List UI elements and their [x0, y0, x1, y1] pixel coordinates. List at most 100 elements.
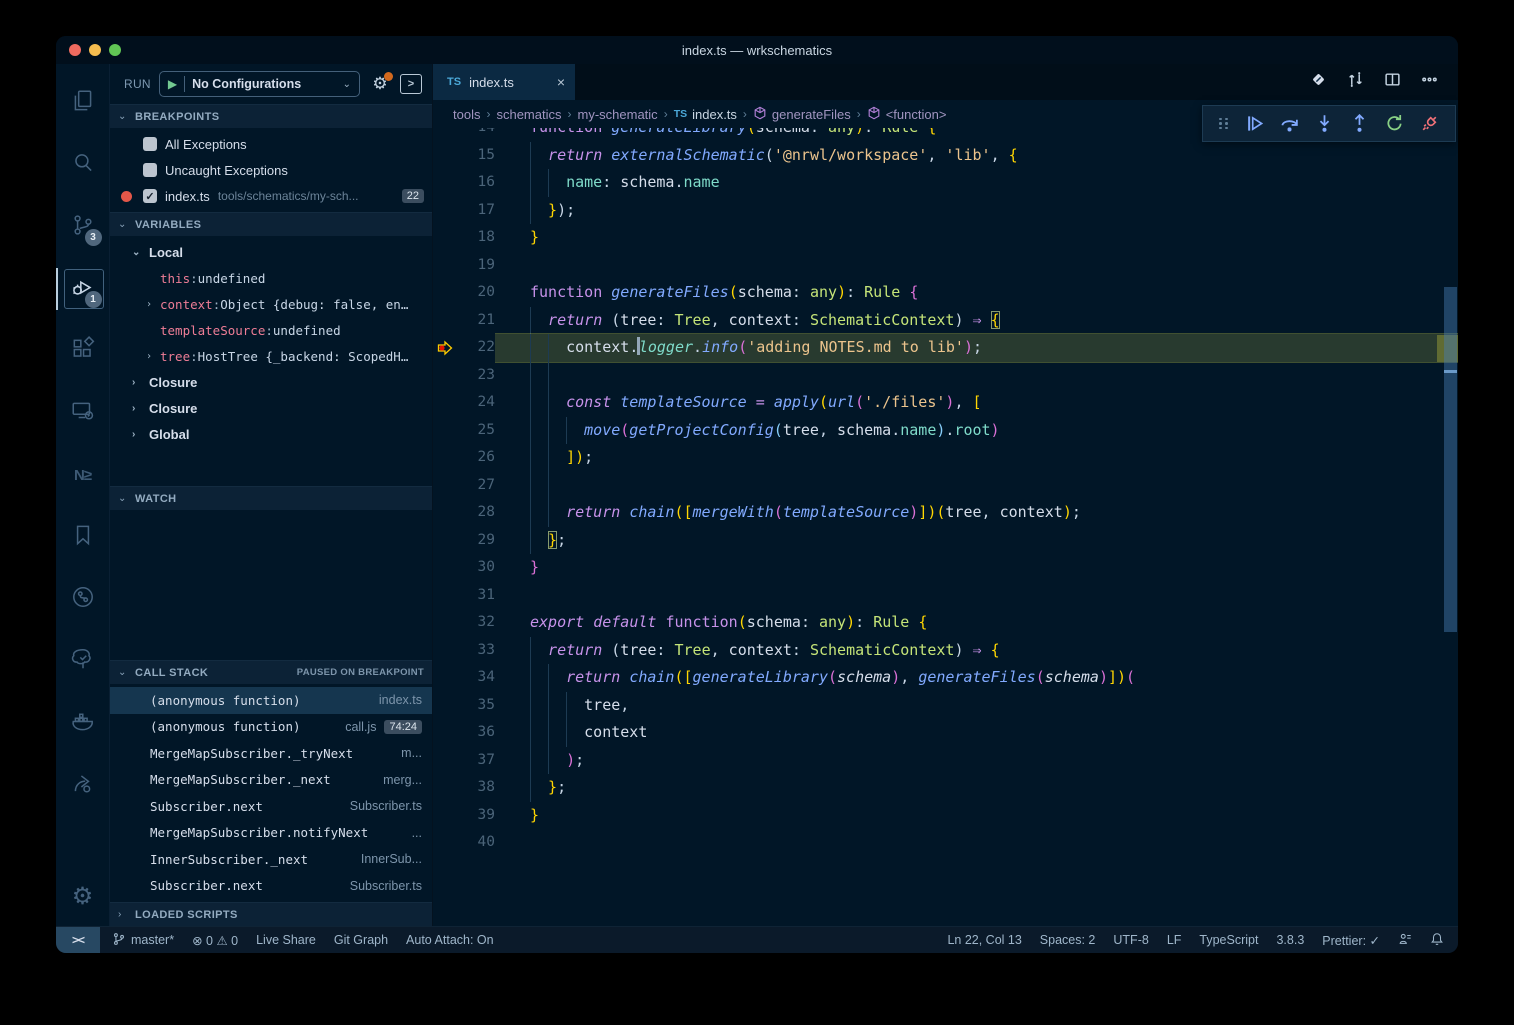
status-live-share[interactable]: Live Share [256, 933, 316, 947]
status-prettier[interactable]: Prettier: ✓ [1322, 933, 1380, 948]
status-git-branch[interactable]: master* [112, 932, 174, 949]
variables-section-header[interactable]: ⌄ VARIABLES [110, 212, 432, 236]
step-into-button[interactable] [1315, 114, 1334, 133]
status-eol[interactable]: LF [1167, 933, 1182, 947]
variable-item[interactable]: ›context: Object {debug: false, en… [110, 291, 432, 317]
call-stack-frame[interactable]: MergeMapSubscriber._tryNextm... [110, 740, 432, 767]
code-line[interactable]: 37); [433, 747, 1458, 775]
code-line[interactable]: 34return chain([generateLibrary(schema),… [433, 664, 1458, 692]
code-line[interactable]: 40 [433, 829, 1458, 857]
maximize-window-button[interactable] [109, 44, 121, 56]
code-line[interactable]: 23 [433, 362, 1458, 390]
status-feedback[interactable] [1398, 932, 1412, 949]
code-line[interactable]: 27 [433, 472, 1458, 500]
settings-gear-icon[interactable]: ⚙ [72, 876, 94, 916]
step-over-button[interactable] [1280, 114, 1299, 133]
watch-section-header[interactable]: ⌄ WATCH [110, 486, 432, 510]
code-line[interactable]: 16name: schema.name [433, 169, 1458, 197]
call-stack-section-header[interactable]: ⌄ CALL STACK PAUSED ON BREAKPOINT [110, 660, 432, 684]
status-language-mode[interactable]: TypeScript [1199, 933, 1258, 947]
start-debug-icon[interactable]: ▶ [168, 77, 177, 91]
activity-explorer[interactable] [56, 72, 110, 134]
code-line[interactable]: 18} [433, 224, 1458, 252]
call-stack-frame[interactable]: Subscriber.nextSubscriber.ts [110, 873, 432, 900]
code-line[interactable]: 35tree, [433, 692, 1458, 720]
debug-console-button[interactable]: > [400, 74, 422, 94]
variable-scope-closure[interactable]: ›Closure [110, 369, 432, 395]
code-line[interactable]: 29}; [433, 527, 1458, 555]
breakpoint-item[interactable]: Uncaught Exceptions [110, 157, 432, 183]
code-line[interactable]: 26]); [433, 444, 1458, 472]
code-line[interactable]: 19 [433, 252, 1458, 280]
code-line[interactable]: 20function generateFiles(schema: any): R… [433, 279, 1458, 307]
variable-item[interactable]: this: undefined [110, 265, 432, 291]
activity-live-share[interactable] [56, 754, 110, 816]
call-stack-frame[interactable]: (anonymous function)index.ts [110, 687, 432, 714]
code-line[interactable]: 28return chain([mergeWith(templateSource… [433, 499, 1458, 527]
restart-button[interactable] [1385, 114, 1404, 133]
scrollbar-thumb[interactable] [1444, 287, 1457, 632]
configure-launch-button[interactable]: ⚙ [368, 74, 392, 94]
close-tab-icon[interactable]: × [557, 74, 565, 90]
code-line[interactable]: 24const templateSource = apply(url('./fi… [433, 389, 1458, 417]
breakpoint-checkbox[interactable] [143, 163, 157, 177]
call-stack-frame[interactable]: MergeMapSubscriber._nextmerg... [110, 767, 432, 794]
activity-run-debug[interactable]: 1 [56, 258, 110, 320]
activity-source-control[interactable]: 3 [56, 196, 110, 258]
breadcrumb-item[interactable]: tools [453, 107, 480, 122]
close-window-button[interactable] [69, 44, 81, 56]
code-line[interactable]: 22context.logger.info('adding NOTES.md t… [433, 334, 1458, 362]
status-indentation[interactable]: Spaces: 2 [1040, 933, 1096, 947]
title-bar[interactable]: index.ts — wrkschematics [56, 36, 1458, 64]
status-notifications[interactable] [1430, 932, 1444, 949]
breadcrumb-item[interactable]: <function> [867, 106, 947, 123]
variable-scope-local[interactable]: ⌄Local [110, 239, 432, 265]
activity-docker[interactable] [56, 692, 110, 754]
variable-scope-global[interactable]: ›Global [110, 421, 432, 447]
activity-remote-explorer[interactable] [56, 382, 110, 444]
variable-item[interactable]: templateSource: undefined [110, 317, 432, 343]
continue-button[interactable] [1245, 114, 1264, 133]
code-line[interactable]: 17}); [433, 197, 1458, 225]
activity-test-explorer[interactable] [56, 630, 110, 692]
step-out-button[interactable] [1350, 114, 1369, 133]
call-stack-frame[interactable]: (anonymous function)call.js74:24 [110, 714, 432, 741]
more-actions-icon[interactable] [1421, 71, 1438, 93]
variable-item[interactable]: ›tree: HostTree {_backend: ScopedH… [110, 343, 432, 369]
code-line[interactable]: 33return (tree: Tree, context: Schematic… [433, 637, 1458, 665]
status-ts-version[interactable]: 3.8.3 [1276, 933, 1304, 947]
call-stack-frame[interactable]: InnerSubscriber._nextInnerSub... [110, 846, 432, 873]
status-auto-attach[interactable]: Auto Attach: On [406, 933, 494, 947]
breakpoint-item[interactable]: ✓index.tstools/schematics/my-sch...22 [110, 183, 432, 209]
activity-git-graph[interactable] [56, 568, 110, 630]
breakpoint-checkbox[interactable]: ✓ [143, 189, 157, 203]
breadcrumb-item[interactable]: schematics [496, 107, 561, 122]
status-encoding[interactable]: UTF-8 [1113, 933, 1148, 947]
breadcrumb-item[interactable]: generateFiles [753, 106, 851, 123]
remote-indicator[interactable]: >< [56, 927, 100, 953]
code-line[interactable]: 21return (tree: Tree, context: Schematic… [433, 307, 1458, 335]
code-line[interactable]: 36context [433, 719, 1458, 747]
call-stack-frame[interactable]: MergeMapSubscriber.notifyNext... [110, 820, 432, 847]
status-cursor-position[interactable]: Ln 22, Col 13 [947, 933, 1021, 947]
call-stack-frame[interactable]: Subscriber.nextSubscriber.ts [110, 793, 432, 820]
breakpoints-section-header[interactable]: ⌄ BREAKPOINTS [110, 104, 432, 128]
code-line[interactable]: 30} [433, 554, 1458, 582]
code-editor[interactable]: 14function generateLibrary(schema: any):… [433, 128, 1458, 926]
code-line[interactable]: 15return externalSchematic('@nrwl/worksp… [433, 142, 1458, 170]
split-editor-icon[interactable] [1384, 71, 1401, 93]
code-line[interactable]: 25move(getProjectConfig(tree, schema.nam… [433, 417, 1458, 445]
format-icon[interactable] [1310, 71, 1327, 93]
compare-changes-icon[interactable] [1347, 71, 1364, 93]
activity-nx-console[interactable]: N≥ [56, 444, 110, 506]
code-line[interactable]: 32export default function(schema: any): … [433, 609, 1458, 637]
status-problems[interactable]: ⊗ 0 ⚠ 0 [192, 933, 238, 948]
status-git-graph[interactable]: Git Graph [334, 933, 388, 947]
code-line[interactable]: 38}; [433, 774, 1458, 802]
disconnect-button[interactable] [1420, 114, 1439, 133]
loaded-scripts-section-header[interactable]: › LOADED SCRIPTS [110, 902, 432, 926]
variable-scope-closure[interactable]: ›Closure [110, 395, 432, 421]
minimize-window-button[interactable] [89, 44, 101, 56]
activity-extensions[interactable] [56, 320, 110, 382]
activity-bookmarks[interactable] [56, 506, 110, 568]
